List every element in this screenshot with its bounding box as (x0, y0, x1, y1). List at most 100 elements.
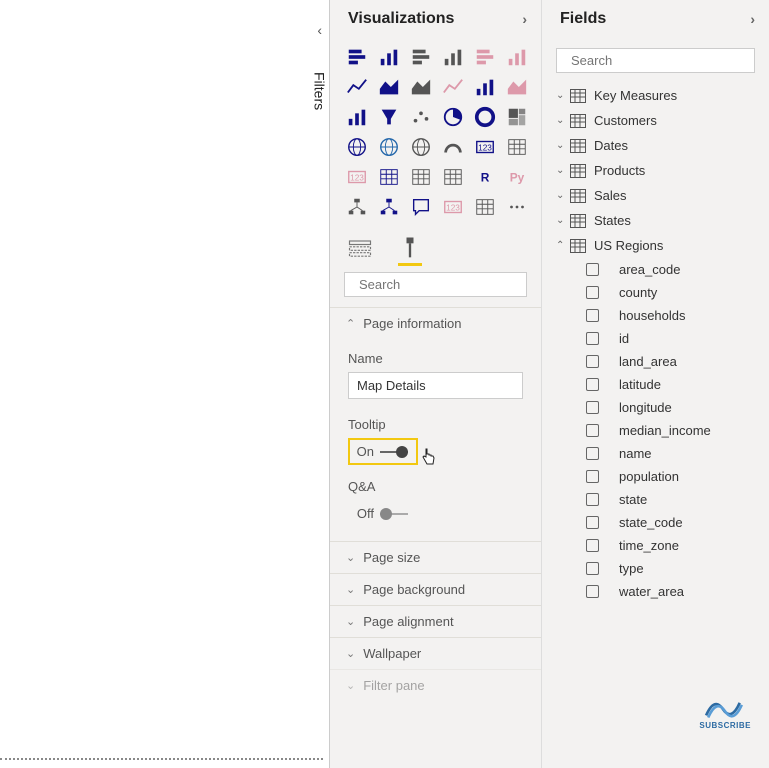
section-wallpaper[interactable]: ⌄ Wallpaper (330, 637, 541, 669)
checkbox[interactable] (586, 562, 599, 575)
viz-more-icon[interactable] (504, 194, 530, 220)
chevron-down-icon: ⌄ (346, 679, 355, 692)
checkbox[interactable] (586, 447, 599, 460)
viz-hundred-bar-icon[interactable] (472, 44, 498, 70)
checkbox[interactable] (586, 470, 599, 483)
checkbox[interactable] (586, 309, 599, 322)
checkbox[interactable] (586, 355, 599, 368)
chevron-left-icon[interactable]: ‹ (309, 18, 330, 42)
checkbox[interactable] (586, 424, 599, 437)
viz-paginated-icon[interactable] (472, 194, 498, 220)
field-water_area[interactable]: water_area (542, 580, 769, 603)
viz-narrative-icon[interactable]: 123 (440, 194, 466, 220)
field-state[interactable]: state (542, 488, 769, 511)
field-type[interactable]: type (542, 557, 769, 580)
fields-search-input[interactable] (571, 53, 747, 68)
viz-stacked-col-icon[interactable] (408, 44, 434, 70)
field-id[interactable]: id (542, 327, 769, 350)
checkbox[interactable] (586, 378, 599, 391)
field-time_zone[interactable]: time_zone (542, 534, 769, 557)
field-median_income[interactable]: median_income (542, 419, 769, 442)
viz-shape-map-icon[interactable] (408, 134, 434, 160)
table-customers[interactable]: ⌄Customers (542, 108, 769, 133)
checkbox[interactable] (586, 401, 599, 414)
viz-clustered-col-icon[interactable] (440, 44, 466, 70)
checkbox[interactable] (586, 263, 599, 276)
viz-clustered-bar-icon[interactable] (376, 44, 402, 70)
checkbox[interactable] (586, 286, 599, 299)
tab-format[interactable] (396, 234, 424, 262)
viz-funnel-icon[interactable] (376, 104, 402, 130)
viz-gauge-icon[interactable] (440, 134, 466, 160)
viz-stacked-area-icon[interactable] (408, 74, 434, 100)
report-canvas[interactable]: ‹ Filters (0, 0, 330, 768)
viz-qa-visual-icon[interactable] (408, 194, 434, 220)
chevron-right-icon[interactable]: › (522, 11, 527, 27)
field-land_area[interactable]: land_area (542, 350, 769, 373)
page-name-input[interactable] (348, 372, 523, 399)
field-label: state (619, 492, 647, 507)
field-label: median_income (619, 423, 711, 438)
checkbox[interactable] (586, 332, 599, 345)
table-key-measures[interactable]: ⌄Key Measures (542, 83, 769, 108)
field-label: households (619, 308, 686, 323)
filters-pane-collapsed[interactable]: ‹ Filters (309, 18, 330, 110)
table-label: Products (594, 163, 645, 178)
checkbox[interactable] (586, 585, 599, 598)
viz-stacked-bar-icon[interactable] (344, 44, 370, 70)
section-page-alignment[interactable]: ⌄ Page alignment (330, 605, 541, 637)
viz-ribbon-icon[interactable] (504, 74, 530, 100)
viz-slicer-icon[interactable] (376, 164, 402, 190)
field-area_code[interactable]: area_code (542, 258, 769, 281)
field-county[interactable]: county (542, 281, 769, 304)
fields-title: Fields (560, 10, 606, 28)
qa-toggle[interactable]: Off (348, 500, 418, 527)
table-sales[interactable]: ⌄Sales (542, 183, 769, 208)
field-population[interactable]: population (542, 465, 769, 488)
viz-donut-icon[interactable] (472, 104, 498, 130)
viz-card-icon[interactable]: 123 (472, 134, 498, 160)
viz-pie-icon[interactable] (440, 104, 466, 130)
viz-filled-map-icon[interactable] (376, 134, 402, 160)
format-search[interactable] (344, 272, 527, 297)
viz-area-icon[interactable] (376, 74, 402, 100)
chevron-down-icon: ⌄ (346, 647, 355, 660)
viz-key-influencers-icon[interactable] (344, 194, 370, 220)
field-households[interactable]: households (542, 304, 769, 327)
checkbox[interactable] (586, 516, 599, 529)
section-filter-pane[interactable]: ⌄ Filter pane (330, 669, 541, 701)
section-page-background[interactable]: ⌄ Page background (330, 573, 541, 605)
viz-line-col-2-icon[interactable] (472, 74, 498, 100)
chevron-right-icon[interactable]: › (750, 11, 755, 27)
fields-search[interactable] (556, 48, 755, 73)
viz-scatter-icon[interactable] (408, 104, 434, 130)
table-us-regions[interactable]: ⌃US Regions (542, 233, 769, 258)
viz-line-icon[interactable] (344, 74, 370, 100)
section-page-information[interactable]: ⌃ Page information (330, 307, 541, 339)
table-states[interactable]: ⌄States (542, 208, 769, 233)
table-products[interactable]: ⌄Products (542, 158, 769, 183)
viz-matrix-icon[interactable] (440, 164, 466, 190)
field-latitude[interactable]: latitude (542, 373, 769, 396)
tab-fields-well[interactable] (346, 234, 374, 262)
viz-map-icon[interactable] (344, 134, 370, 160)
field-state_code[interactable]: state_code (542, 511, 769, 534)
checkbox[interactable] (586, 539, 599, 552)
section-page-size[interactable]: ⌄ Page size (330, 541, 541, 573)
table-dates[interactable]: ⌄Dates (542, 133, 769, 158)
format-search-input[interactable] (359, 277, 535, 292)
viz-hundred-col-icon[interactable] (504, 44, 530, 70)
viz-line-col-icon[interactable] (440, 74, 466, 100)
viz-r-visual-icon[interactable]: R (472, 164, 498, 190)
viz-kpi-icon[interactable]: 123 (344, 164, 370, 190)
field-name[interactable]: name (542, 442, 769, 465)
viz-waterfall-icon[interactable] (344, 104, 370, 130)
viz-multi-card-icon[interactable] (504, 134, 530, 160)
field-longitude[interactable]: longitude (542, 396, 769, 419)
viz-decomp-tree-icon[interactable] (376, 194, 402, 220)
viz-treemap-icon[interactable] (504, 104, 530, 130)
viz-python-visual-icon[interactable]: Py (504, 164, 530, 190)
tooltip-toggle[interactable]: On (348, 438, 418, 465)
checkbox[interactable] (586, 493, 599, 506)
viz-table-icon[interactable] (408, 164, 434, 190)
